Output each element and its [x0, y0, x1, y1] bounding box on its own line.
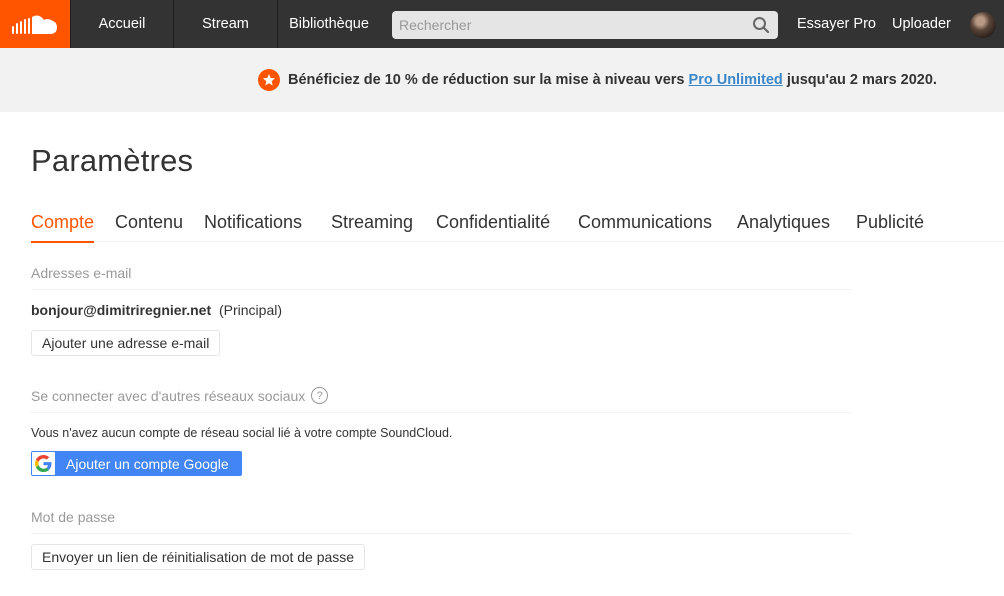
primary-email-tag: (Principal) [219, 302, 283, 318]
password-section-title-text: Mot de passe [31, 509, 116, 525]
tab-content[interactable]: Contenu [115, 212, 183, 242]
star-icon [258, 69, 280, 91]
page-title: Paramètres [31, 143, 194, 178]
settings-tabs: Compte Contenu Notifications Streaming C… [31, 212, 1004, 243]
password-section-title: Mot de passe [31, 509, 115, 525]
email-address: bonjour@dimitriregnier.net [31, 302, 212, 318]
search-icon[interactable] [752, 16, 770, 34]
reset-password-button[interactable]: Envoyer un lien de réinitialisation de m… [31, 544, 366, 570]
try-pro-link[interactable]: Essayer Pro [797, 0, 876, 48]
nav-home-link[interactable]: Accueil [70, 0, 174, 48]
tab-advertising[interactable]: Publicité [856, 212, 924, 242]
soundcloud-logo[interactable] [0, 0, 70, 48]
promo-text-after: jusqu'au 2 mars 2020. [782, 72, 937, 88]
social-section-divider [31, 412, 852, 413]
promo-banner: Bénéficiez de 10 % de réduction sur la m… [0, 48, 1004, 112]
promo-text-before: Bénéficiez de 10 % de réduction sur la m… [288, 72, 689, 88]
email-section-divider [31, 289, 852, 290]
password-section-divider [31, 533, 852, 534]
google-g-icon [32, 452, 55, 475]
google-button-label: Ajouter un compte Google [66, 455, 229, 472]
tab-communications[interactable]: Communications [578, 212, 712, 242]
question-icon[interactable]: ? [311, 387, 329, 404]
social-description: Vous n'avez aucun compte de réseau socia… [31, 426, 453, 440]
add-google-account-button[interactable]: Ajouter un compte Google [31, 451, 242, 476]
search-box [392, 11, 778, 39]
top-navigation-bar: Accueil Stream Bibliothèque Essayer Pro … [0, 0, 1004, 48]
upload-link[interactable]: Uploader [892, 0, 951, 48]
promo-message: Bénéficiez de 10 % de réduction sur la m… [258, 69, 937, 91]
tab-streaming[interactable]: Streaming [331, 212, 413, 242]
pro-unlimited-link[interactable]: Pro Unlimited [689, 72, 783, 88]
add-email-button[interactable]: Ajouter une adresse e-mail [31, 330, 221, 356]
tab-analytics[interactable]: Analytiques [737, 212, 830, 242]
social-section-title-text: Se connecter avec d'autres réseaux socia… [31, 387, 306, 404]
user-avatar[interactable] [970, 12, 996, 38]
tab-account[interactable]: Compte [31, 212, 95, 243]
search-input[interactable] [392, 11, 778, 39]
email-row: bonjour@dimitriregnier.net (Principal) [31, 302, 282, 318]
nav-stream-link[interactable]: Stream [174, 0, 278, 48]
nav-library-link[interactable]: Bibliothèque [278, 0, 380, 48]
soundcloud-cloud-icon [12, 15, 57, 34]
email-section-title: Adresses e-mail [31, 265, 131, 281]
tab-notifications[interactable]: Notifications [204, 212, 302, 242]
email-section-title-text: Adresses e-mail [31, 265, 132, 281]
tab-privacy[interactable]: Confidentialité [436, 212, 550, 242]
social-section-title: Se connecter avec d'autres réseaux socia… [31, 387, 329, 404]
